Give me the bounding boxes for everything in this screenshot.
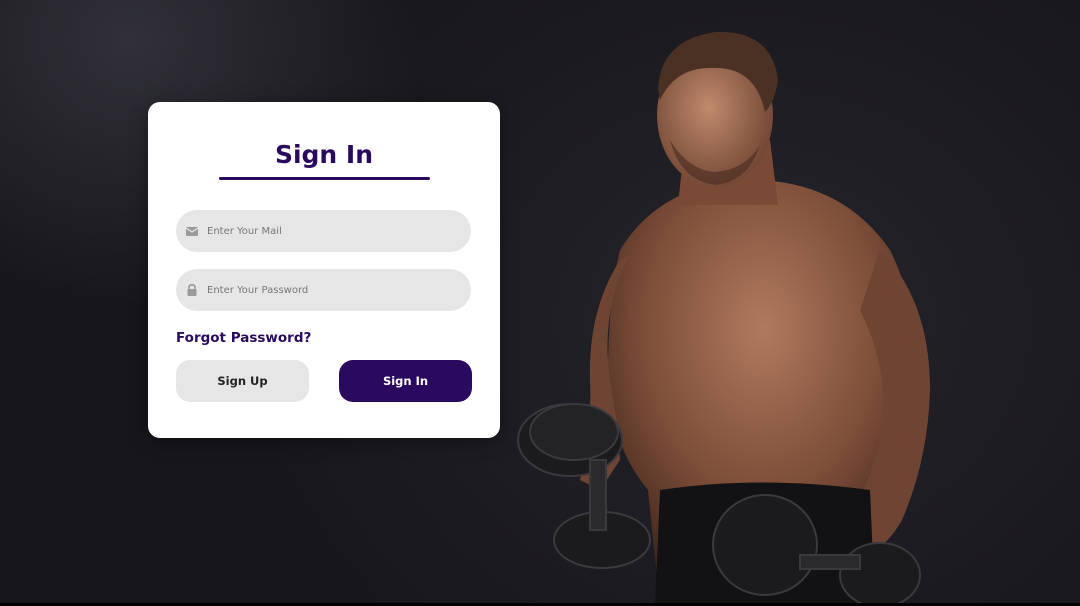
envelope-icon xyxy=(186,225,198,237)
lock-icon xyxy=(186,284,198,296)
sign-in-title: Sign In xyxy=(274,140,374,169)
password-field[interactable] xyxy=(176,269,471,311)
forgot-password-link[interactable]: Forgot Password? xyxy=(176,330,311,346)
page-background: Sign In Forgot Password? Sign Up Sign In xyxy=(0,0,1080,606)
email-input[interactable] xyxy=(207,225,457,237)
sign-in-button[interactable]: Sign In xyxy=(339,360,472,402)
password-input[interactable] xyxy=(207,284,457,296)
sign-in-card: Sign In Forgot Password? Sign Up Sign In xyxy=(148,102,500,438)
athlete-hero-image xyxy=(517,31,930,606)
title-underline xyxy=(219,177,430,180)
email-field[interactable] xyxy=(176,210,471,252)
sign-up-button[interactable]: Sign Up xyxy=(176,360,309,402)
